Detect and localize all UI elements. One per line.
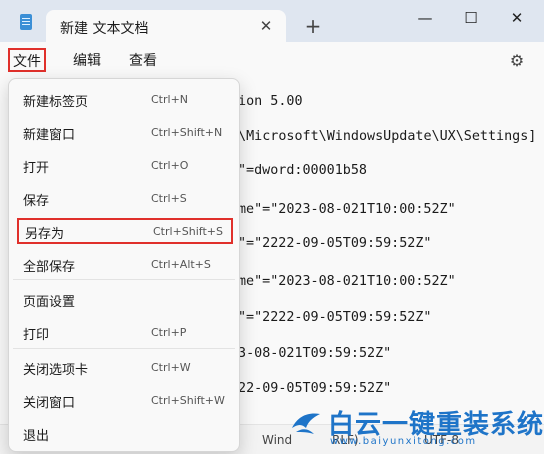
menu-item-shortcut: Ctrl+Shift+S — [153, 225, 223, 238]
menu-item-shortcut: Ctrl+S — [151, 192, 187, 205]
menu-item-shortcut: Ctrl+W — [151, 361, 191, 374]
menu-item-label: 关闭窗口 — [23, 396, 76, 411]
bird-logo-icon — [292, 413, 320, 434]
menu-item-label: 新建窗口 — [23, 128, 76, 143]
maximize-button[interactable]: ☐ — [456, 6, 486, 30]
menu-item-label: 退出 — [23, 429, 50, 444]
menu-edit[interactable]: 编辑 — [73, 50, 101, 72]
minimize-button[interactable]: — — [410, 6, 440, 30]
menu-item-label: 打印 — [23, 328, 50, 343]
menu-item-new-tab[interactable]: 新建标签页 Ctrl+N — [13, 85, 235, 115]
menu-view[interactable]: 查看 — [129, 50, 157, 72]
menu-item-label: 另存为 — [25, 227, 65, 242]
title-bar: 新建 文本文档 ✕ + — ☐ ✕ — [0, 0, 544, 42]
editor-line: 222-09-05T09:59:52Z" — [230, 381, 392, 396]
menu-item-new-window[interactable]: 新建窗口 Ctrl+Shift+N — [13, 118, 235, 148]
notepad-icon — [20, 14, 32, 30]
notepad-window: 新建 文本文档 ✕ + — ☐ ✕ 文件 编辑 查看 ⚙ sion 5.00 E… — [0, 0, 544, 454]
editor-line: me"="2023-08-021T10:00:52Z" — [238, 274, 456, 289]
menu-item-exit[interactable]: 退出 — [13, 419, 235, 449]
menu-item-label: 关闭选项卡 — [23, 363, 89, 378]
menu-item-shortcut: Ctrl+N — [151, 93, 189, 106]
new-tab-button[interactable]: + — [302, 16, 324, 38]
editor-line: me"="2023-08-021T10:00:52Z" — [238, 202, 456, 217]
editor-line: E\Microsoft\WindowsUpdate\UX\Settings] — [230, 129, 537, 144]
tab-close-icon[interactable]: ✕ — [256, 16, 276, 36]
editor-line: "=dword:00001b58 — [238, 163, 367, 178]
menu-item-label: 保存 — [23, 194, 50, 209]
menu-item-close-tab[interactable]: 关闭选项卡 Ctrl+W — [13, 353, 235, 383]
menu-item-shortcut: Ctrl+P — [151, 326, 187, 339]
close-window-button[interactable]: ✕ — [502, 6, 532, 30]
menu-item-close-window[interactable]: 关闭窗口 Ctrl+Shift+W — [13, 386, 235, 416]
menu-item-save-as[interactable]: 另存为 Ctrl+Shift+S — [17, 218, 233, 244]
menu-file[interactable]: 文件 — [8, 48, 46, 72]
editor-line: "="2222-09-05T09:59:52Z" — [238, 236, 432, 251]
watermark-url: www.baiyunxitong.com — [330, 436, 477, 447]
editor-line: "="2222-09-05T09:59:52Z" — [238, 310, 432, 325]
gear-icon[interactable]: ⚙ — [508, 52, 526, 70]
menu-divider — [13, 279, 235, 280]
menu-item-label: 新建标签页 — [23, 95, 89, 110]
menu-item-shortcut: Ctrl+Shift+N — [151, 126, 223, 139]
menu-item-label: 全部保存 — [23, 260, 76, 275]
tab-document[interactable]: 新建 文本文档 ✕ — [46, 10, 286, 42]
menu-item-shortcut: Ctrl+Alt+S — [151, 258, 211, 271]
menu-item-label: 打开 — [23, 161, 50, 176]
tab-title: 新建 文本文档 — [60, 21, 149, 37]
editor-line: 23-08-021T09:59:52Z" — [230, 346, 392, 361]
watermark: 白云一键重装系统 www.baiyunxitong.com — [286, 402, 543, 450]
menu-item-save[interactable]: 保存 Ctrl+S — [13, 184, 235, 214]
menu-bar: 文件 编辑 查看 ⚙ — [0, 42, 544, 78]
menu-item-print[interactable]: 打印 Ctrl+P — [13, 318, 235, 348]
menu-item-label: 页面设置 — [23, 295, 76, 310]
menu-divider — [13, 348, 235, 349]
menu-item-shortcut: Ctrl+Shift+W — [151, 394, 225, 407]
menu-item-save-all[interactable]: 全部保存 Ctrl+Alt+S — [13, 250, 235, 280]
menu-item-open[interactable]: 打开 Ctrl+O — [13, 151, 235, 181]
menu-item-page-setup[interactable]: 页面设置 — [13, 285, 235, 315]
editor-line: sion 5.00 — [230, 94, 303, 109]
menu-item-shortcut: Ctrl+O — [151, 159, 189, 172]
file-menu-dropdown: 新建标签页 Ctrl+N 新建窗口 Ctrl+Shift+N 打开 Ctrl+O… — [8, 78, 240, 452]
